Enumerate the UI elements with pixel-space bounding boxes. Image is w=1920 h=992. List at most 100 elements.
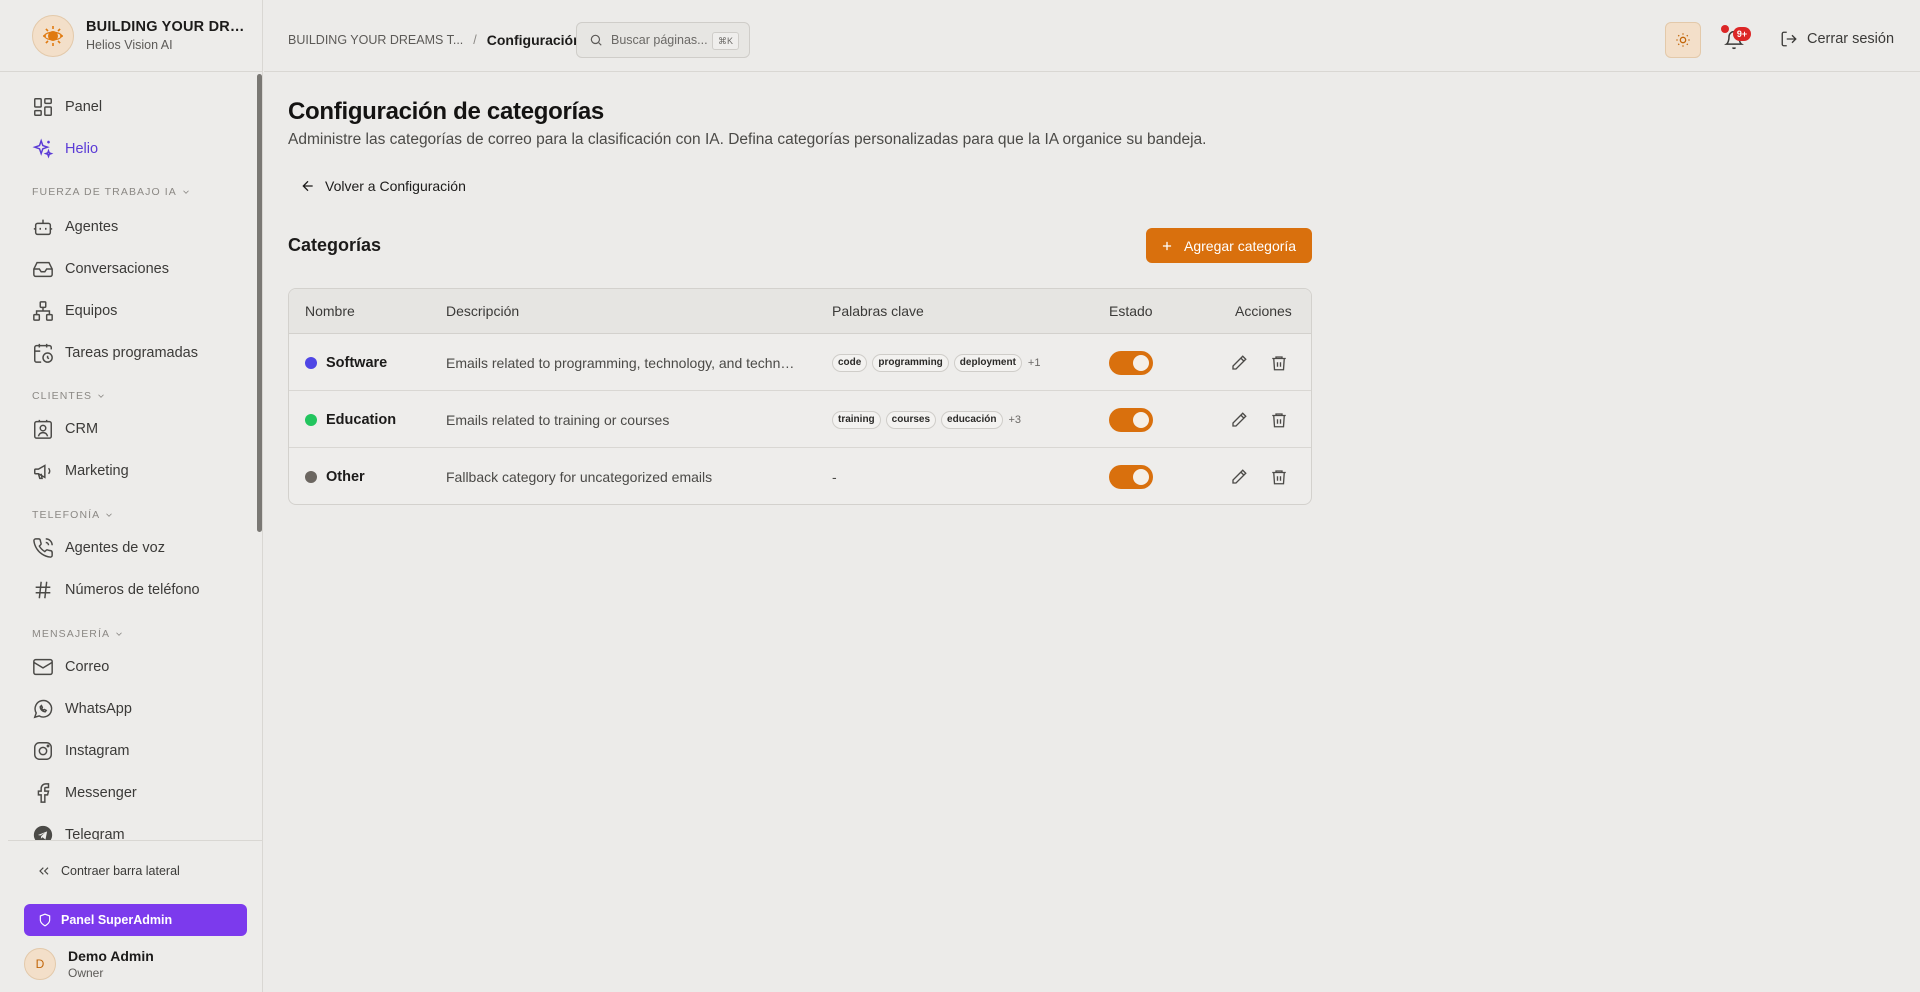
keyword-chip: courses [885,410,937,429]
breadcrumb-current: Configuración [486,32,582,48]
add-category-button[interactable]: Agregar categoría [1146,228,1312,263]
keyword-chip: training [832,410,881,429]
sidebar-item-marketing[interactable]: Marketing [32,459,129,483]
table-row: Other Fallback category for uncategorize… [289,448,1311,504]
sidebar-item-label: Agentes de voz [65,540,165,556]
hash-icon [35,581,51,599]
category-color-dot [305,470,317,483]
sidebar-item-agentes[interactable]: Agentes [32,215,118,239]
sidebar-item-crm[interactable]: CRM [32,417,98,441]
sidebar-item-messenger[interactable]: Messenger [32,781,137,805]
column-header-description[interactable]: Descripción [446,303,519,319]
category-color-dot [305,413,317,426]
sidebar-item-tareas-programadas[interactable]: Tareas programadas [32,341,198,365]
edit-icon[interactable] [1230,411,1248,429]
category-name: Education [326,411,397,428]
status-toggle[interactable] [1109,350,1153,375]
sidebar-footer: Contraer barra lateral Panel SuperAdmin … [8,840,263,992]
column-header-actions: Acciones [1235,303,1292,319]
sidebar-item-label: Helio [65,141,99,157]
categories-section-title: Categorías [288,235,382,255]
sidebar-item-label: Marketing [65,463,129,479]
collapse-sidebar-button[interactable]: Contraer barra lateral [36,863,180,879]
sidebar-section-ai-workforce[interactable]: FUERZA DE TRABAJO IA [32,186,191,198]
sidebar-item-helio[interactable]: Helio [32,137,98,161]
sidebar-item-label: Instagram [65,743,130,759]
keyword-chip: programming [872,353,949,372]
sidebar-scrollbar-thumb[interactable] [257,74,262,532]
keyword-chip: code [832,353,868,372]
sidebar-item-label: Conversaciones [65,261,169,277]
superadmin-label: Panel SuperAdmin [61,913,173,927]
arrow-left-icon [302,180,313,192]
logout-icon [1781,31,1797,47]
table-header: Nombre Descripción Palabras clave Estado… [289,289,1311,334]
sidebar-item-agentes-de-voz[interactable]: Agentes de voz [32,536,165,560]
breadcrumb-separator: / [473,33,477,47]
user-profile[interactable]: D Demo Admin Owner [24,948,154,980]
add-category-label: Agregar categoría [1184,237,1297,254]
search-input[interactable]: Buscar páginas... ⌘K [576,22,750,58]
chevron-down-icon [98,394,104,398]
section-label: TELEFONÍA [32,509,101,521]
keywords-empty: - [832,468,837,485]
sidebar-item-telegram[interactable]: Telegram [32,823,125,840]
sidebar-item-label: Telegram [65,827,125,840]
notification-dot [1721,25,1729,33]
trash-icon[interactable] [1270,354,1288,372]
search-icon [590,34,602,46]
section-label: CLIENTES [32,390,93,402]
sparkles-icon [32,138,54,159]
logout-label: Cerrar sesión [1807,31,1895,47]
brand-header[interactable]: BUILDING YOUR DRE... Helios Vision AI [0,0,263,72]
page-description: Administre las categorías de correo para… [288,131,1207,148]
status-toggle[interactable] [1109,407,1153,432]
column-header-status[interactable]: Estado [1109,303,1153,319]
sidebar-item-label: Messenger [65,785,137,801]
category-description: Fallback category for uncategorized emai… [446,468,713,485]
sidebar-item-whatsapp[interactable]: WhatsApp [32,697,132,721]
sidebar-item-label: Equipos [65,303,118,319]
sidebar-section-clientes[interactable]: CLIENTES [32,390,106,402]
sidebar-section-mensajeria[interactable]: MENSAJERÍA [32,628,124,640]
superadmin-panel-button[interactable]: Panel SuperAdmin [24,904,247,936]
dashboard-icon [34,98,52,116]
chevron-down-icon [116,632,122,636]
inbox-icon [33,261,53,278]
brand-logo-icon [32,14,74,57]
contact-icon [34,419,52,439]
back-to-settings-button[interactable]: Volver a Configuración [300,176,466,196]
sidebar-item-conversaciones[interactable]: Conversaciones [32,257,169,281]
column-header-keywords[interactable]: Palabras clave [832,303,924,319]
sidebar-section-telefonia[interactable]: TELEFONÍA [32,509,114,521]
network-icon [33,301,53,321]
trash-icon[interactable] [1270,468,1288,486]
sidebar-nav: Panel Helio FUERZA DE TRABAJO IA Agentes… [0,72,255,840]
category-keywords: training courses educación +3 [832,391,1021,448]
trash-icon[interactable] [1270,411,1288,429]
keyword-more-count: +3 [1008,413,1022,426]
status-toggle[interactable] [1109,464,1153,489]
logout-button[interactable]: Cerrar sesión [1780,30,1894,48]
telegram-icon [33,825,53,840]
categories-table: Nombre Descripción Palabras clave Estado… [288,288,1312,505]
notification-badge: 9+ [1733,27,1751,41]
sidebar-item-panel[interactable]: Panel [32,95,102,119]
sidebar-item-equipos[interactable]: Equipos [32,299,117,323]
edit-icon[interactable] [1230,354,1248,372]
sidebar-item-numeros-de-telefono[interactable]: Números de teléfono [32,578,200,602]
instagram-icon [34,742,52,760]
mail-icon [33,658,53,676]
phone-icon [33,538,53,558]
category-name: Software [326,354,388,371]
theme-toggle-button[interactable] [1665,22,1701,58]
sidebar-item-instagram[interactable]: Instagram [32,739,129,763]
edit-icon[interactable] [1230,468,1248,486]
breadcrumb: BUILDING YOUR DREAMS T... / Configuració… [288,32,582,48]
chevron-down-icon [183,190,189,194]
avatar: D [24,948,56,980]
category-color-dot [305,356,317,369]
breadcrumb-root[interactable]: BUILDING YOUR DREAMS T... [288,33,463,47]
column-header-name[interactable]: Nombre [305,303,355,319]
sidebar-item-correo[interactable]: Correo [32,655,109,679]
